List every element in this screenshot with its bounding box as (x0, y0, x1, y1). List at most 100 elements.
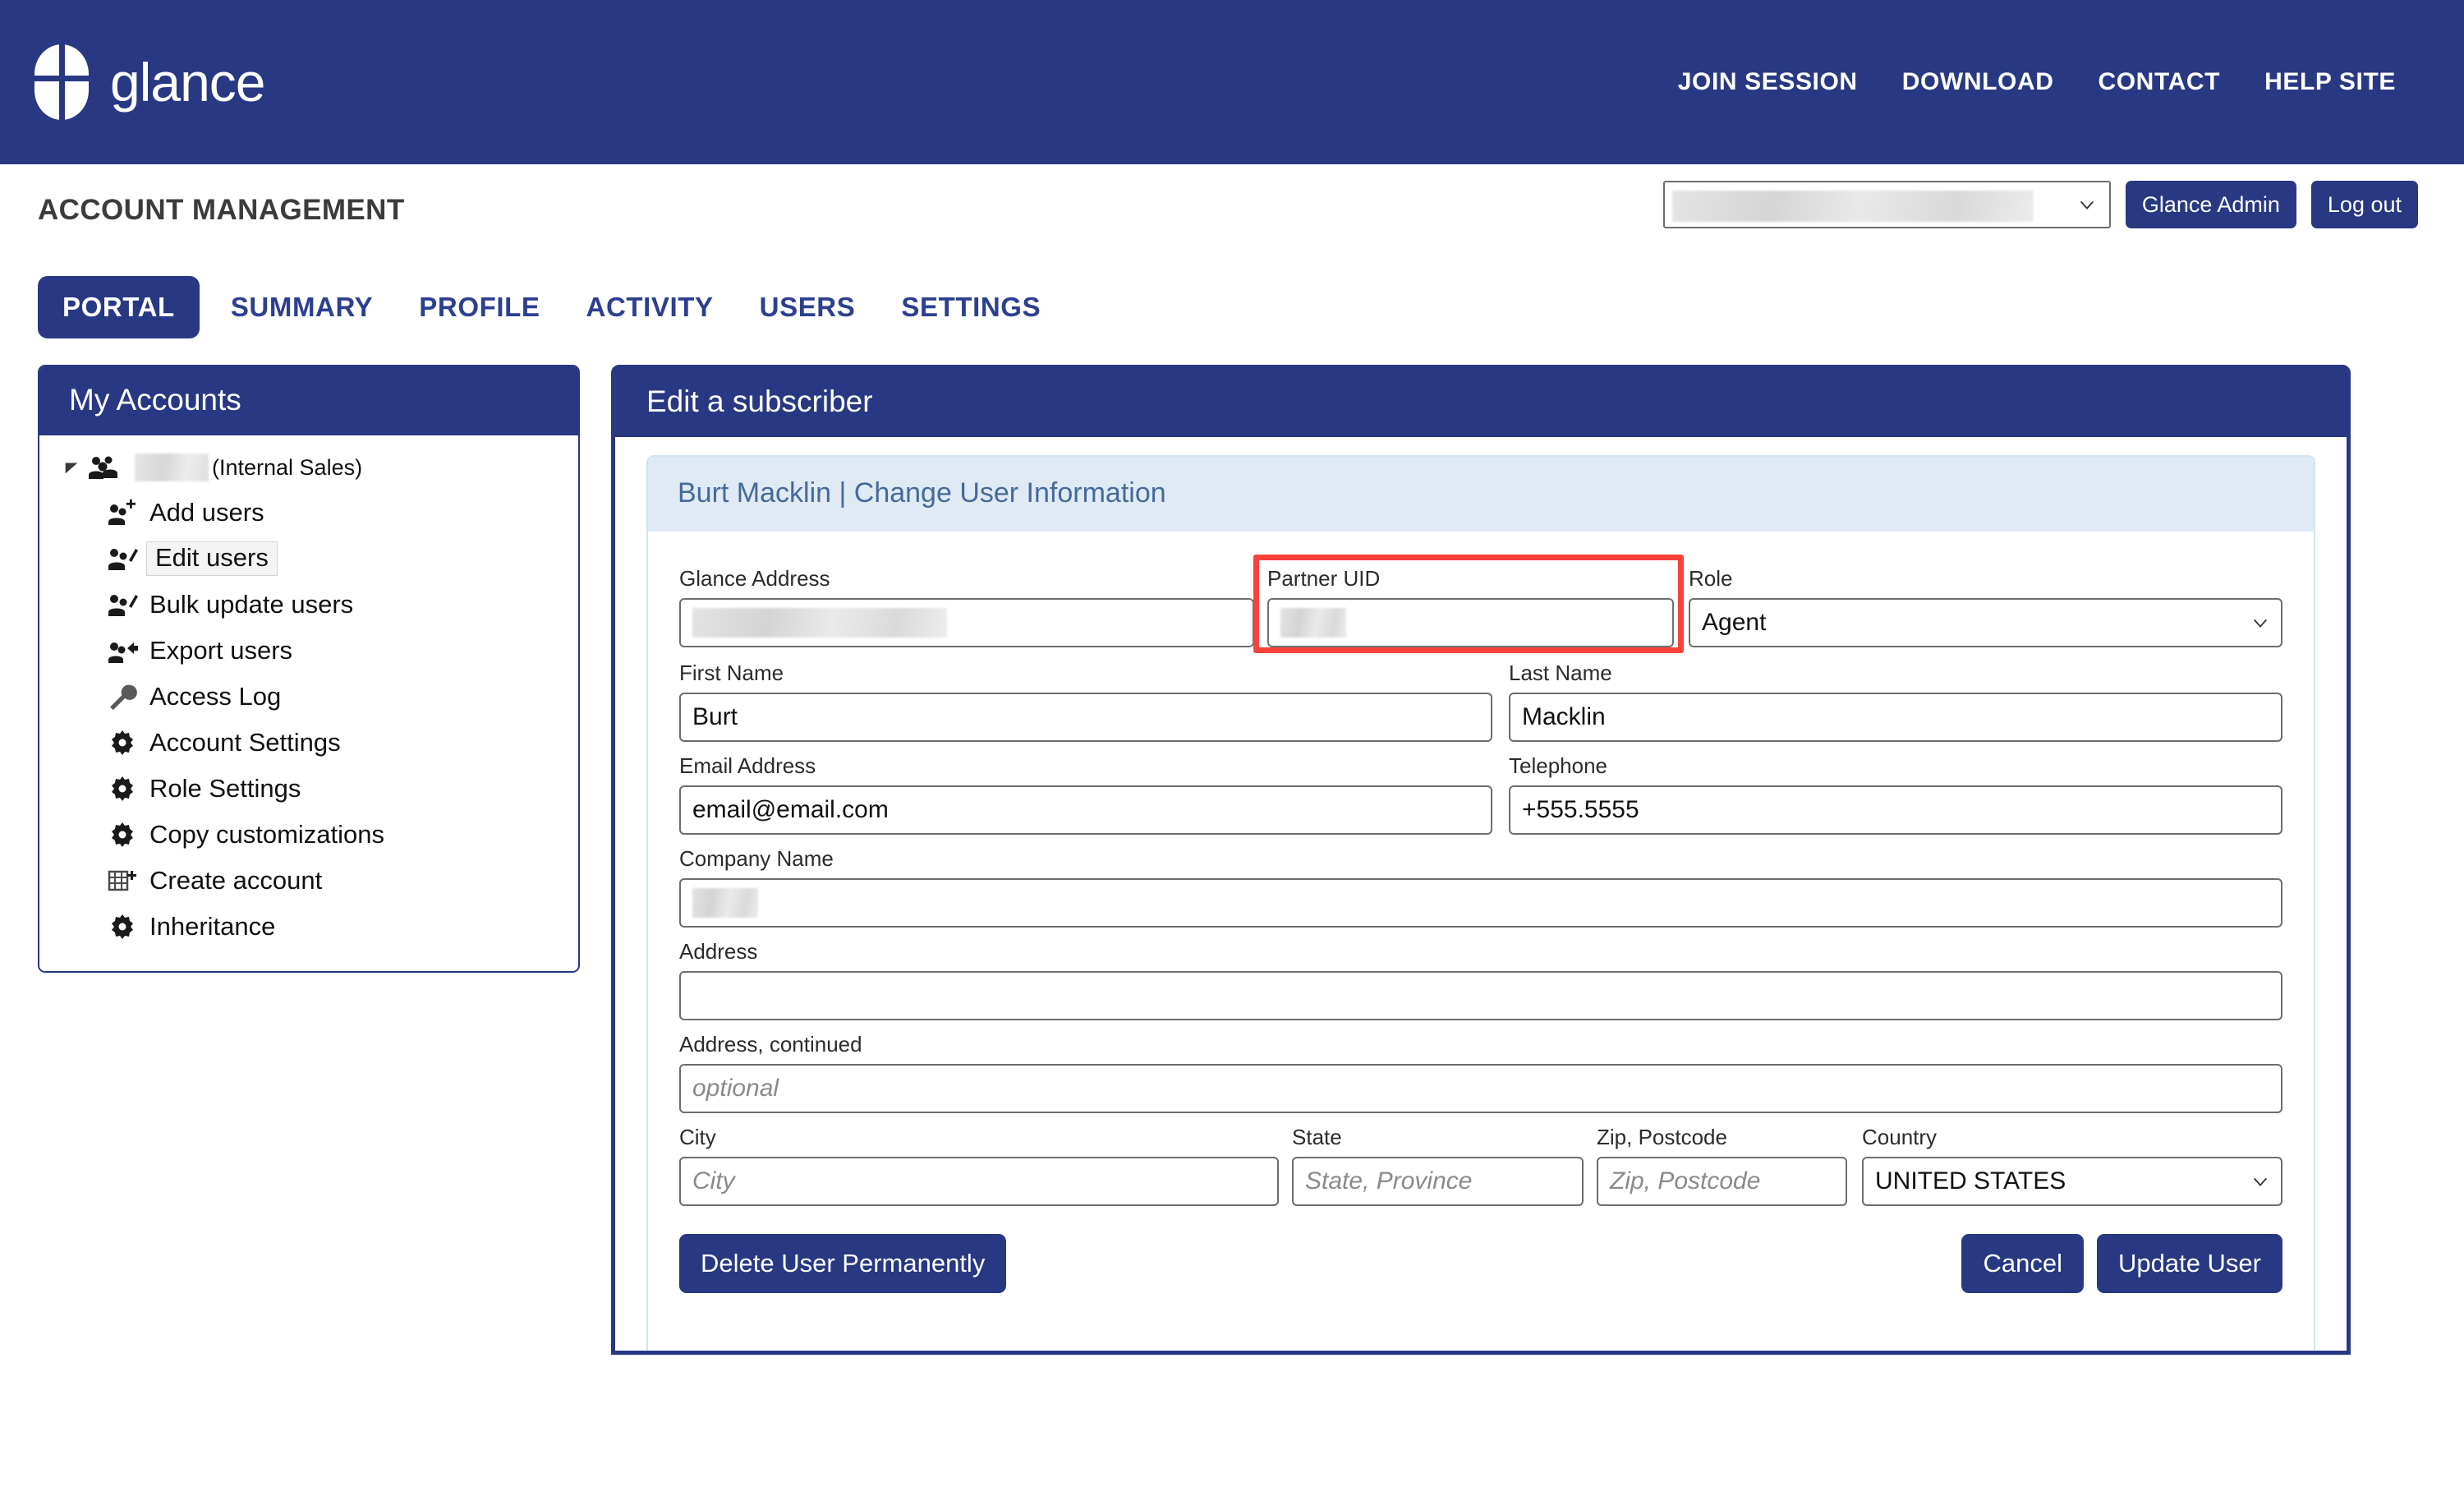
users-export-icon (107, 637, 138, 665)
account-tree-root[interactable]: (Internal Sales) (39, 453, 578, 481)
country-value: UNITED STATES (1875, 1167, 2066, 1195)
users-edit-icon (107, 591, 138, 619)
sidebar-item-copy-customizations[interactable]: Copy customizations (39, 812, 578, 858)
my-accounts-sidebar: My Accounts (Internal Sales) (38, 365, 580, 973)
nav-link-join-session[interactable]: JOIN SESSION (1656, 70, 1880, 94)
address-input[interactable] (679, 971, 2282, 1020)
city-group: City City (679, 1125, 1279, 1206)
sidebar-item-label: Role Settings (149, 774, 301, 803)
state-group: State State, Province (1292, 1125, 1584, 1206)
sidebar-item-label: Create account (149, 866, 322, 895)
sidebar-item-account-settings[interactable]: Account Settings (39, 720, 578, 766)
sidebar-item-edit-users[interactable]: Edit users (39, 536, 578, 582)
sidebar-item-label: Access Log (149, 682, 281, 711)
account-name-redacted (135, 453, 209, 481)
sidebar-item-label: Copy customizations (149, 820, 384, 849)
edit-subscriber-panel: Edit a subscriber Burt Macklin | Change … (611, 365, 2351, 1355)
panel-title: Edit a subscriber (615, 369, 2347, 437)
company-name-input[interactable] (679, 878, 2282, 928)
address2-placeholder: optional (692, 1075, 779, 1103)
tab-activity[interactable]: ACTIVITY (563, 276, 737, 338)
sidebar-item-bulk-update-users[interactable]: Bulk update users (39, 582, 578, 628)
chevron-down-icon (2078, 196, 2096, 214)
sidebar-item-label: Inheritance (149, 912, 275, 941)
role-select[interactable]: Agent (1689, 598, 2282, 647)
account-select[interactable] (1663, 181, 2111, 228)
glance-address-label: Glance Address (679, 566, 1254, 592)
sidebar-item-label: Account Settings (149, 728, 341, 757)
cancel-button[interactable]: Cancel (1961, 1234, 2084, 1293)
gear-icon (107, 729, 138, 757)
glance-address-group: Glance Address (679, 566, 1254, 647)
sidebar-item-label: Bulk update users (149, 590, 353, 619)
glance-address-input[interactable] (679, 598, 1254, 647)
content-area: My Accounts (Internal Sales) (0, 365, 2464, 1355)
first-name-input[interactable]: Burt (679, 693, 1492, 742)
tab-portal[interactable]: PORTAL (38, 276, 200, 338)
company-name-group: Company Name (679, 846, 2282, 928)
last-name-value: Macklin (1522, 703, 1606, 731)
sidebar-item-create-account[interactable]: Create account (39, 858, 578, 904)
sidebar-item-access-log[interactable]: Access Log (39, 674, 578, 720)
logout-button[interactable]: Log out (2311, 181, 2418, 228)
tab-profile[interactable]: PROFILE (396, 276, 563, 338)
partner-uid-value-redacted (1280, 608, 1346, 638)
role-value: Agent (1702, 609, 1766, 637)
city-input[interactable]: City (679, 1157, 1279, 1206)
gear-icon (107, 821, 138, 849)
tree-collapse-arrow-icon[interactable] (62, 458, 80, 476)
last-name-input[interactable]: Macklin (1509, 693, 2282, 742)
nav-link-help-site[interactable]: HELP SITE (2242, 70, 2418, 94)
company-name-value-redacted (692, 888, 758, 918)
telephone-input[interactable]: +555.5555 (1509, 785, 2282, 835)
last-name-group: Last Name Macklin (1509, 661, 2282, 742)
state-input[interactable]: State, Province (1292, 1157, 1584, 1206)
top-nav-links: JOIN SESSION DOWNLOAD CONTACT HELP SITE (1656, 0, 2418, 164)
tab-bar: PORTAL SUMMARY PROFILE ACTIVITY USERS SE… (38, 276, 2464, 338)
sidebar-item-role-settings[interactable]: Role Settings (39, 766, 578, 812)
tab-settings[interactable]: SETTINGS (878, 276, 1064, 338)
chevron-down-icon (2251, 614, 2269, 632)
delete-user-button[interactable]: Delete User Permanently (679, 1234, 1006, 1293)
state-label: State (1292, 1125, 1584, 1150)
country-group: Country UNITED STATES (1862, 1125, 2282, 1206)
partner-uid-group: Partner UID (1267, 566, 1674, 647)
glance-pill-cross-logo-icon (34, 44, 89, 120)
update-user-button[interactable]: Update User (2097, 1234, 2282, 1293)
country-select[interactable]: UNITED STATES (1862, 1157, 2282, 1206)
role-group: Role Agent (1689, 566, 2282, 647)
sidebar-item-export-users[interactable]: Export users (39, 628, 578, 674)
city-placeholder: City (692, 1167, 735, 1195)
table-add-icon (107, 867, 138, 895)
address2-group: Address, continued optional (679, 1032, 2282, 1113)
users-group-icon (87, 453, 118, 481)
last-name-label: Last Name (1509, 661, 2282, 686)
sidebar-item-add-users[interactable]: Add users (39, 490, 578, 536)
email-value: email@email.com (692, 796, 889, 824)
tab-users[interactable]: USERS (737, 276, 879, 338)
zip-input[interactable]: Zip, Postcode (1597, 1157, 1847, 1206)
tab-summary[interactable]: SUMMARY (208, 276, 396, 338)
nav-link-contact[interactable]: CONTACT (2076, 70, 2242, 94)
zip-label: Zip, Postcode (1597, 1125, 1847, 1150)
city-label: City (679, 1125, 1279, 1150)
top-navigation-bar: glance JOIN SESSION DOWNLOAD CONTACT HEL… (0, 0, 2464, 164)
form-body: Glance Address Partner UID Role (648, 532, 2314, 1293)
nav-link-download[interactable]: DOWNLOAD (1880, 70, 2076, 94)
chevron-down-icon (2251, 1172, 2269, 1190)
email-label: Email Address (679, 753, 1492, 779)
user-info-banner: Burt Macklin | Change User Information (648, 457, 2314, 532)
brand[interactable]: glance (34, 44, 265, 120)
glance-admin-button[interactable]: Glance Admin (2126, 181, 2296, 228)
telephone-group: Telephone +555.5555 (1509, 753, 2282, 835)
first-name-group: First Name Burt (679, 661, 1492, 742)
partner-uid-input[interactable] (1267, 598, 1674, 647)
sidebar-item-label: Edit users (146, 541, 278, 576)
gear-icon (107, 775, 138, 803)
account-tree-suffix: (Internal Sales) (212, 455, 362, 481)
sidebar-item-inheritance[interactable]: Inheritance (39, 904, 578, 950)
sidebar-item-label: Add users (149, 498, 264, 527)
email-input[interactable]: email@email.com (679, 785, 1492, 835)
address2-input[interactable]: optional (679, 1064, 2282, 1113)
telephone-label: Telephone (1509, 753, 2282, 779)
